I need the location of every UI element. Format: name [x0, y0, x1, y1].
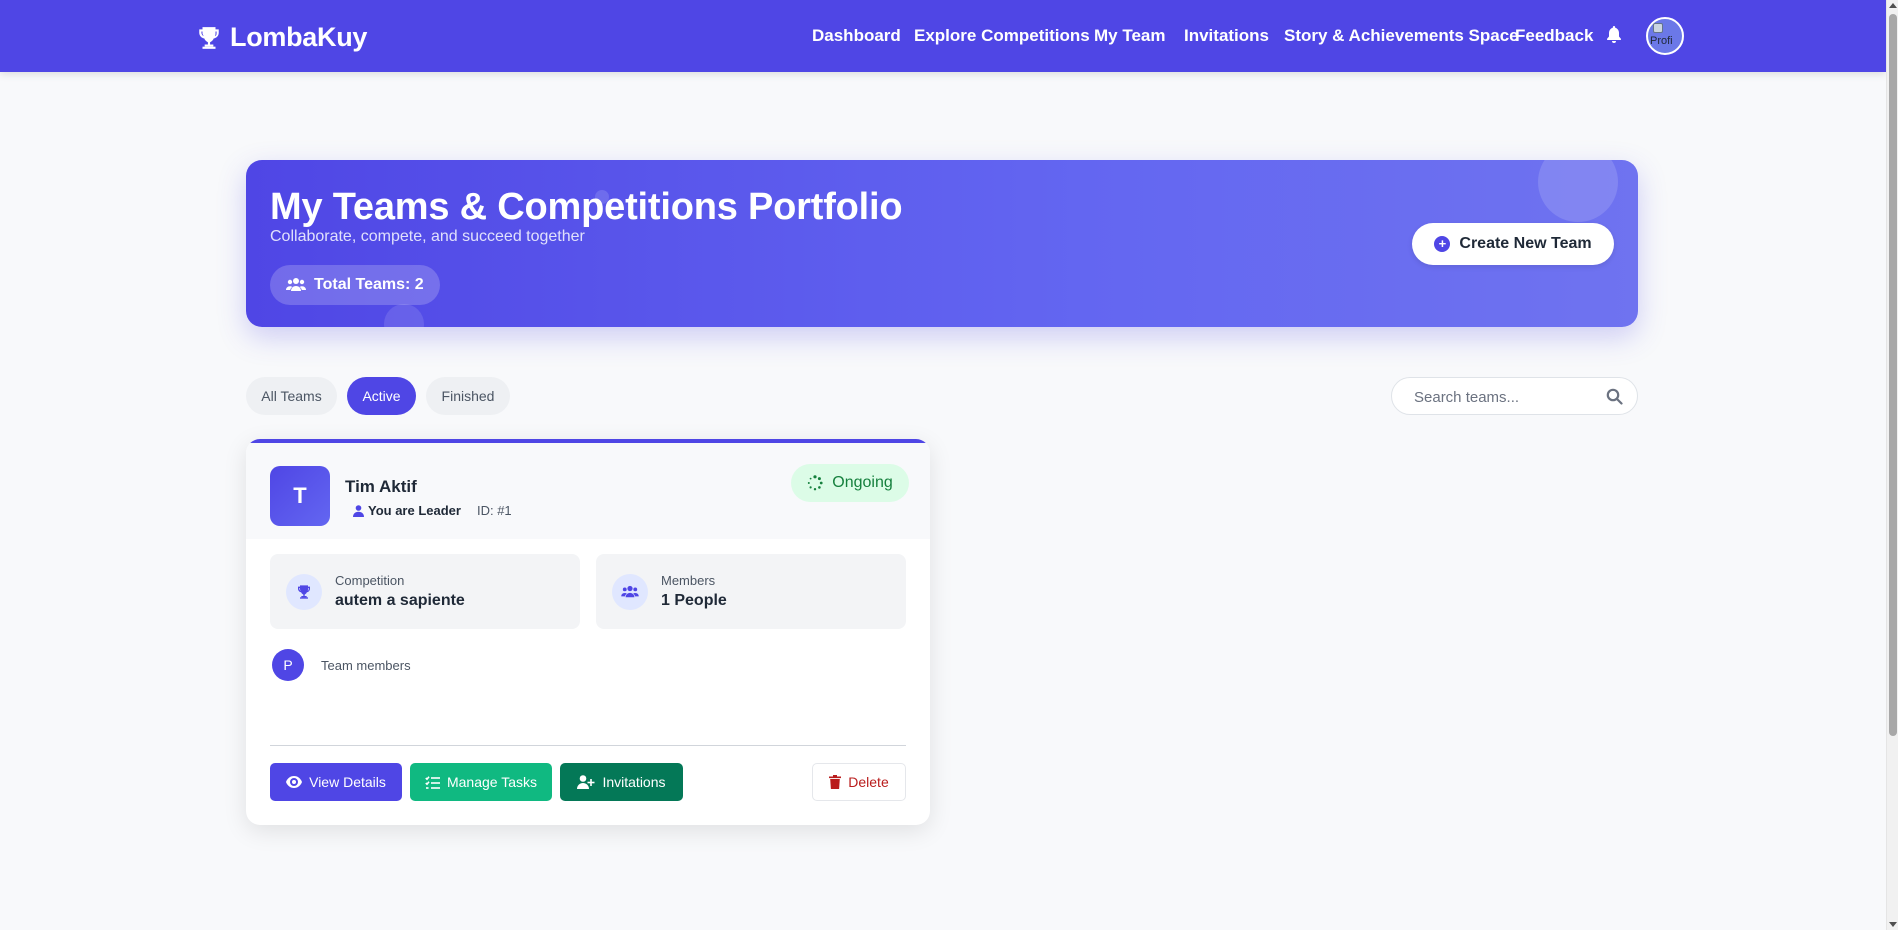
decorative-circle [1538, 160, 1618, 222]
create-new-team-button[interactable]: + Create New Team [1412, 223, 1614, 265]
search-input[interactable] [1414, 387, 1599, 407]
member-avatar: P [272, 649, 304, 681]
nav-dashboard[interactable]: Dashboard [812, 26, 901, 46]
page-title: My Teams & Competitions Portfolio [270, 186, 903, 228]
scroll-up-arrow-icon[interactable] [1889, 3, 1897, 8]
nav-feedback[interactable]: Feedback [1515, 26, 1593, 46]
filter-all-teams[interactable]: All Teams [246, 377, 337, 415]
broken-image-icon [1653, 23, 1663, 33]
nav-story-achievements[interactable]: Story & Achievements Space [1284, 26, 1519, 46]
profile-avatar[interactable]: Profi [1646, 17, 1684, 55]
delete-team-button[interactable]: Delete [812, 763, 906, 801]
team-meta: You are Leader ID: #1 [353, 503, 512, 518]
bell-icon[interactable] [1606, 26, 1622, 44]
invitations-button[interactable]: Invitations [560, 763, 683, 801]
nav-explore-competitions[interactable]: Explore Competitions [914, 26, 1090, 46]
competition-info: Competition autem a sapiente [270, 554, 580, 629]
user-icon [353, 504, 364, 517]
trophy-icon [286, 574, 322, 610]
view-details-button[interactable]: View Details [270, 763, 402, 801]
task-list-icon [425, 775, 440, 789]
leader-role: You are Leader [353, 503, 461, 518]
page-scrollbar[interactable] [1886, 0, 1898, 930]
trash-icon [829, 775, 842, 789]
team-members-caption: Team members [321, 658, 411, 673]
team-name[interactable]: Tim Aktif [345, 477, 417, 497]
plus-circle-icon: + [1434, 236, 1451, 252]
delete-label: Delete [848, 774, 889, 790]
members-info: Members 1 People [596, 554, 906, 629]
user-plus-icon [577, 775, 595, 789]
team-search [1391, 377, 1638, 415]
nav-links: Dashboard Explore Competitions My Team I… [0, 0, 1886, 72]
users-icon [286, 278, 306, 291]
card-divider [270, 745, 906, 746]
decorative-circle [384, 304, 424, 327]
card-header: T Tim Aktif You are Leader ID: #1 Ongoin… [246, 443, 930, 539]
filter-finished[interactable]: Finished [426, 377, 510, 415]
total-teams-text: Total Teams: 2 [314, 276, 424, 293]
create-new-team-label: Create New Team [1459, 235, 1592, 252]
eye-icon [286, 776, 303, 788]
top-navbar: LombaKuy Dashboard Explore Competitions … [0, 0, 1886, 72]
total-teams-badge: Total Teams: 2 [270, 265, 440, 305]
manage-tasks-label: Manage Tasks [446, 774, 537, 790]
scrollbar-thumb[interactable] [1889, 14, 1897, 736]
filter-active[interactable]: Active [347, 377, 416, 415]
competition-value: autem a sapiente [335, 592, 465, 609]
profile-avatar-alt: Profi [1650, 35, 1673, 47]
status-badge: Ongoing [791, 464, 909, 502]
team-id: ID: #1 [476, 503, 512, 518]
leader-role-text: You are Leader [368, 503, 461, 518]
hero-banner: My Teams & Competitions Portfolio Collab… [246, 160, 1638, 327]
nav-invitations[interactable]: Invitations [1184, 26, 1269, 46]
members-value: 1 People [661, 592, 727, 609]
team-avatar: T [270, 466, 330, 526]
status-text: Ongoing [832, 474, 893, 491]
view-details-label: View Details [309, 774, 386, 790]
scroll-down-arrow-icon[interactable] [1889, 922, 1897, 927]
page-subtitle: Collaborate, compete, and succeed togeth… [270, 228, 585, 245]
manage-tasks-button[interactable]: Manage Tasks [410, 763, 552, 801]
invitations-label: Invitations [602, 774, 666, 790]
search-icon[interactable] [1606, 388, 1623, 405]
nav-my-team[interactable]: My Team [1094, 26, 1166, 46]
spinner-icon [808, 475, 823, 491]
users-icon [612, 574, 648, 610]
team-card: T Tim Aktif You are Leader ID: #1 Ongoin… [246, 439, 930, 825]
members-label: Members [661, 573, 716, 588]
competition-label: Competition [335, 573, 405, 588]
